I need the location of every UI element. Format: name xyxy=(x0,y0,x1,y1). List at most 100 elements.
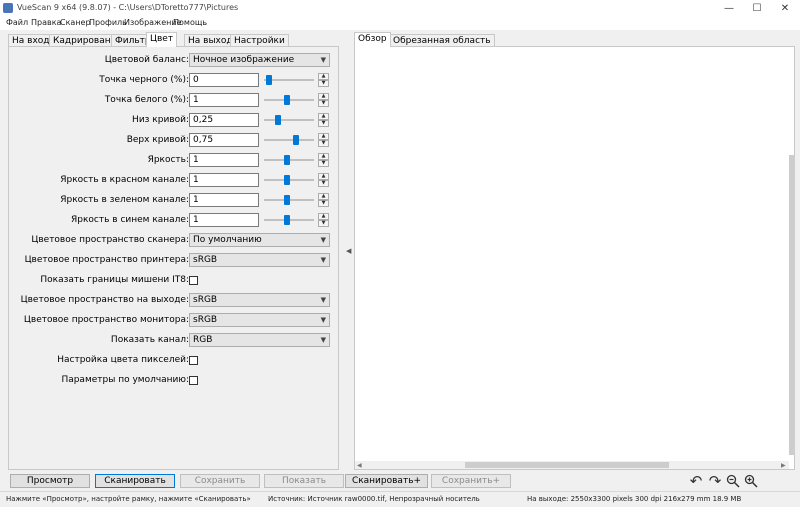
curve-high-slider[interactable] xyxy=(264,133,314,147)
brightness-blue-input[interactable]: 1 xyxy=(189,213,259,227)
monitor-space-select[interactable]: sRGB ▼ xyxy=(189,313,330,327)
spin-up-icon[interactable]: ▲ xyxy=(318,213,329,220)
curve-high-input[interactable]: 0,75 xyxy=(189,133,259,147)
preview-button[interactable]: Просмотр xyxy=(10,474,90,488)
curve-low-spinner[interactable]: ▲ ▼ xyxy=(318,113,329,127)
slider-thumb[interactable] xyxy=(275,115,281,125)
rotate-left-icon[interactable]: ↶ xyxy=(688,472,704,490)
preview-horizontal-scrollbar[interactable]: ◀ ▶ xyxy=(355,461,789,469)
defaults-checkbox[interactable] xyxy=(189,376,198,385)
slider-thumb[interactable] xyxy=(284,215,290,225)
scroll-right-icon[interactable]: ▶ xyxy=(781,462,786,469)
brightness-input[interactable]: 1 xyxy=(189,153,259,167)
spin-down-icon[interactable]: ▼ xyxy=(318,160,329,167)
brightness-green-spinner[interactable]: ▲ ▼ xyxy=(318,193,329,207)
menu-profile[interactable]: Профиль xyxy=(89,18,127,27)
channel-value: RGB xyxy=(193,335,213,345)
left-scrollbar[interactable] xyxy=(339,46,344,470)
spin-down-icon[interactable]: ▼ xyxy=(318,180,329,187)
menu-file[interactable]: Файл xyxy=(6,18,28,27)
brightness-label: Яркость: xyxy=(147,155,189,165)
white-point-spinner[interactable]: ▲ ▼ xyxy=(318,93,329,107)
rotate-right-icon[interactable]: ↷ xyxy=(707,472,723,490)
spin-up-icon[interactable]: ▲ xyxy=(318,73,329,80)
curve-low-slider[interactable] xyxy=(264,113,314,127)
white-point-input[interactable]: 1 xyxy=(189,93,259,107)
brightness-blue-slider[interactable] xyxy=(264,213,314,227)
slider-thumb[interactable] xyxy=(284,175,290,185)
brightness-blue-spinner[interactable]: ▲ ▼ xyxy=(318,213,329,227)
scroll-left-icon[interactable]: ◀ xyxy=(357,462,362,469)
save-button[interactable]: Сохранить xyxy=(180,474,260,488)
spin-down-icon[interactable]: ▼ xyxy=(318,80,329,87)
menu-scanner[interactable]: Сканер xyxy=(60,18,91,27)
tab-preview[interactable]: Обзор xyxy=(354,32,391,47)
zoom-in-icon[interactable] xyxy=(743,473,759,489)
white-point-label: Точка белого (%): xyxy=(104,95,189,105)
channel-label: Показать канал: xyxy=(110,335,189,345)
brightness-green-input[interactable]: 1 xyxy=(189,193,259,207)
scanner-space-value: По умолчанию xyxy=(193,235,262,245)
slider-thumb[interactable] xyxy=(284,95,290,105)
tab-color[interactable]: Цвет xyxy=(146,32,178,47)
brightness-red-slider[interactable] xyxy=(264,173,314,187)
scanner-space-label: Цветовое пространство сканера: xyxy=(31,235,189,245)
scanner-space-select[interactable]: По умолчанию ▼ xyxy=(189,233,330,247)
white-point-slider[interactable] xyxy=(264,93,314,107)
zoom-out-glyph xyxy=(726,474,740,488)
chevron-down-icon: ▼ xyxy=(320,336,326,344)
slider-thumb[interactable] xyxy=(266,75,272,85)
slider-track xyxy=(264,139,314,141)
preview-area[interactable]: ◀ ▶ xyxy=(354,46,795,470)
black-point-spinner[interactable]: ▲ ▼ xyxy=(318,73,329,87)
curve-low-input[interactable]: 0,25 xyxy=(189,113,259,127)
preview-vertical-scroll-thumb[interactable] xyxy=(789,155,795,455)
title-bar: VueScan 9 x64 (9.8.07) - C:\Users\DToret… xyxy=(0,0,800,16)
spin-down-icon[interactable]: ▼ xyxy=(318,140,329,147)
spin-up-icon[interactable]: ▲ xyxy=(318,133,329,140)
output-space-select[interactable]: sRGB ▼ xyxy=(189,293,330,307)
slider-thumb[interactable] xyxy=(284,195,290,205)
preview-horizontal-scroll-thumb[interactable] xyxy=(465,462,669,468)
channel-select[interactable]: RGB ▼ xyxy=(189,333,330,347)
right-tab-strip: Обзор Обрезанная область xyxy=(354,32,794,47)
spin-down-icon[interactable]: ▼ xyxy=(318,220,329,227)
brightness-spinner[interactable]: ▲ ▼ xyxy=(318,153,329,167)
pixel-color-checkbox[interactable] xyxy=(189,356,198,365)
spin-down-icon[interactable]: ▼ xyxy=(318,120,329,127)
spin-up-icon[interactable]: ▲ xyxy=(318,173,329,180)
color-settings-panel: Цветовой баланс: Ночное изображение ▼ Точ… xyxy=(8,46,339,470)
save-plus-button[interactable]: Сохранить+ xyxy=(431,474,511,488)
menu-help[interactable]: Помощь xyxy=(173,18,207,27)
black-point-slider[interactable] xyxy=(264,73,314,87)
close-button[interactable]: ✕ xyxy=(768,0,800,16)
brightness-green-slider[interactable] xyxy=(264,193,314,207)
spin-up-icon[interactable]: ▲ xyxy=(318,153,329,160)
color-balance-select[interactable]: Ночное изображение ▼ xyxy=(189,53,330,67)
spin-up-icon[interactable]: ▲ xyxy=(318,93,329,100)
printer-space-select[interactable]: sRGB ▼ xyxy=(189,253,330,267)
brightness-slider[interactable] xyxy=(264,153,314,167)
printer-space-label: Цветовое пространство принтера: xyxy=(24,255,189,265)
scan-button[interactable]: Сканировать xyxy=(95,474,175,488)
slider-thumb[interactable] xyxy=(293,135,299,145)
slider-thumb[interactable] xyxy=(284,155,290,165)
monitor-space-value: sRGB xyxy=(193,315,218,325)
curve-high-spinner[interactable]: ▲ ▼ xyxy=(318,133,329,147)
curve-high-label: Верх кривой: xyxy=(126,135,189,145)
collapse-arrow-icon[interactable]: ◀ xyxy=(346,247,351,255)
it8-checkbox[interactable] xyxy=(189,276,198,285)
chevron-down-icon: ▼ xyxy=(320,56,326,64)
spin-up-icon[interactable]: ▲ xyxy=(318,113,329,120)
brightness-red-input[interactable]: 1 xyxy=(189,173,259,187)
output-space-value: sRGB xyxy=(193,295,218,305)
spin-up-icon[interactable]: ▲ xyxy=(318,193,329,200)
menu-edit[interactable]: Правка xyxy=(31,18,61,27)
spin-down-icon[interactable]: ▼ xyxy=(318,200,329,207)
show-button[interactable]: Показать xyxy=(264,474,344,488)
spin-down-icon[interactable]: ▼ xyxy=(318,100,329,107)
scan-plus-button[interactable]: Сканировать+ xyxy=(345,474,428,488)
black-point-input[interactable]: 0 xyxy=(189,73,259,87)
zoom-out-icon[interactable] xyxy=(725,473,741,489)
brightness-red-spinner[interactable]: ▲ ▼ xyxy=(318,173,329,187)
